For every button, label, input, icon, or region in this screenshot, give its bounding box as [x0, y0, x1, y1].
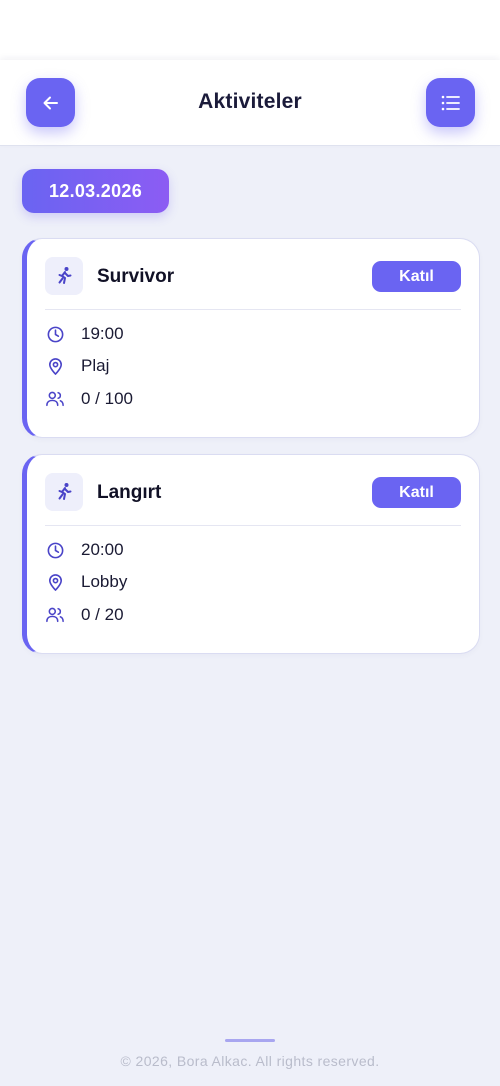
- running-person-icon: [45, 473, 83, 511]
- join-button[interactable]: Katıl: [372, 261, 461, 292]
- status-bar-area: [0, 0, 500, 60]
- footer-copyright: © 2026, Bora Alkac. All rights reserved.: [120, 1053, 380, 1069]
- activity-location: Lobby: [81, 572, 128, 591]
- activity-card: Survivor Katıl 19:00 Plaj 0 / 100: [22, 238, 480, 438]
- running-person-icon: [45, 257, 83, 295]
- users-icon: [45, 605, 65, 625]
- activity-location-row: Lobby: [45, 570, 127, 594]
- activity-capacity: 0 / 20: [81, 605, 124, 624]
- activity-card: Langırt Katıl 20:00 Lobby 0 / 20: [22, 454, 480, 654]
- activity-time-row: 19:00: [45, 322, 124, 346]
- location-pin-icon: [45, 356, 65, 376]
- activity-capacity-row: 0 / 20: [45, 603, 124, 627]
- activity-list: Survivor Katıl 19:00 Plaj 0 / 100 Langır…: [22, 238, 480, 670]
- activity-time: 20:00: [81, 540, 124, 559]
- activity-card-header: Survivor Katıl: [45, 257, 461, 297]
- divider: [45, 525, 461, 526]
- clock-icon: [45, 324, 65, 344]
- activity-title: Survivor: [97, 266, 175, 287]
- app-header: Aktiviteler: [0, 60, 500, 146]
- users-icon: [45, 389, 65, 409]
- join-button[interactable]: Katıl: [372, 477, 461, 508]
- list-icon: [441, 95, 460, 110]
- activity-time-row: 20:00: [45, 538, 124, 562]
- date-chip[interactable]: 12.03.2026: [22, 169, 169, 213]
- activity-time: 19:00: [81, 324, 124, 343]
- activity-capacity: 0 / 100: [81, 389, 133, 408]
- activity-capacity-row: 0 / 100: [45, 387, 133, 411]
- footer-divider: [225, 1039, 275, 1042]
- clock-icon: [45, 540, 65, 560]
- location-pin-icon: [45, 572, 65, 592]
- activity-title: Langırt: [97, 482, 162, 503]
- menu-button[interactable]: [426, 78, 475, 127]
- activity-card-header: Langırt Katıl: [45, 473, 461, 513]
- page-title: Aktiviteler: [198, 90, 302, 113]
- activity-location: Plaj: [81, 356, 110, 375]
- divider: [45, 309, 461, 310]
- activity-location-row: Plaj: [45, 354, 109, 378]
